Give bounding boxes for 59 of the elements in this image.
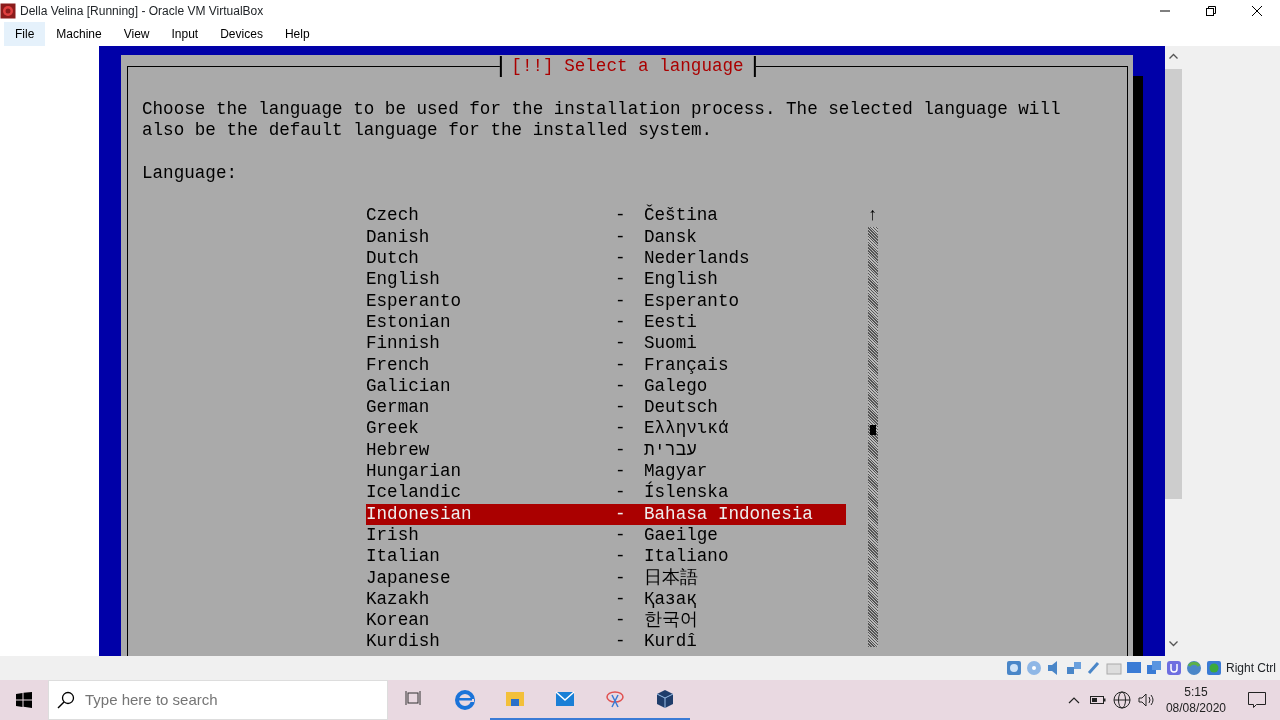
scroll-down-icon[interactable] (1169, 641, 1178, 647)
app-logo-icon (0, 3, 16, 19)
chevron-up-icon (1067, 696, 1080, 704)
language-option[interactable]: Czech - Čeština (366, 205, 846, 227)
language-option[interactable]: English - English (366, 269, 846, 291)
optical-disc-icon (1026, 660, 1042, 676)
dialog-title: [!!] Select a language (499, 56, 756, 77)
search-bar[interactable]: Type here to search (48, 680, 388, 720)
search-icon (57, 691, 75, 709)
scrollbar-track[interactable] (867, 226, 878, 647)
menu-item[interactable]: Machine (45, 22, 113, 46)
windows-logo-icon (16, 692, 32, 708)
language-option[interactable]: Danish - Dansk (366, 226, 846, 249)
network-icon (1066, 660, 1082, 676)
language-option[interactable]: Esperanto - Esperanto (366, 290, 846, 312)
language-option[interactable]: Icelandic - Íslenska (366, 482, 846, 504)
host-key-label: Right Ctrl (1226, 660, 1276, 677)
clock-date[interactable]: 08/08/2020 (1165, 700, 1226, 716)
prompt-text: Choose the language to be used for the installation process. The selected language will (142, 99, 1062, 121)
language-option[interactable]: Japanese - 日本語 (366, 567, 846, 589)
battery-icon (1089, 695, 1106, 705)
language-option[interactable]: Kazakh - Қазақ (366, 588, 846, 611)
language-option[interactable]: Dutch - Nederlands (366, 248, 846, 270)
language-option[interactable]: Kurdish - Kurdî (366, 631, 846, 653)
language-option[interactable]: Finnish - Suomi (366, 333, 846, 355)
window-title: Della Velina [Running] - Oracle VM VirtualBox (19, 3, 265, 20)
mail-icon (555, 689, 575, 709)
prompt-text: also be the default language for the installed system. (142, 120, 714, 142)
close-icon (1252, 6, 1262, 16)
language-option[interactable]: Galician - Galego (366, 375, 846, 398)
language-option[interactable]: Korean - 한국어 (366, 610, 846, 632)
speaker-icon (1137, 692, 1154, 708)
menu-item[interactable]: Help (273, 22, 321, 46)
search-field[interactable]: Type here to search (83, 687, 387, 713)
language-option[interactable]: Italian - Italiano (366, 546, 846, 568)
display-icon (1126, 660, 1142, 676)
shared-folder-icon (1106, 660, 1122, 676)
notification-icon (1248, 692, 1266, 708)
language-option[interactable]: Indonesian - Bahasa Indonesia (366, 503, 846, 525)
menu-item[interactable]: Devices (209, 22, 274, 46)
browser-icon (455, 690, 475, 710)
language-option[interactable]: French - Français (366, 354, 846, 376)
clock-time[interactable]: 5:15 (1165, 684, 1226, 700)
scroll-up-arrow[interactable]: ↑ (867, 205, 878, 227)
globe-icon (1186, 660, 1202, 676)
folder-icon (505, 689, 525, 709)
language-option[interactable]: German - Deutsch (366, 397, 846, 419)
scroll-up-icon[interactable] (1169, 53, 1178, 59)
menu-item[interactable]: View (112, 22, 161, 46)
language-option[interactable]: Greek - Ελληνικά (366, 418, 846, 440)
field-label: Language: (142, 162, 239, 185)
language-option[interactable]: Estonian - Eesti (366, 311, 846, 334)
menu-item[interactable]: File (4, 22, 46, 46)
menu-item[interactable]: Input (160, 22, 210, 46)
screen-icon (1146, 660, 1162, 676)
globe-icon (1112, 691, 1131, 709)
restore-icon (1206, 6, 1216, 16)
cube-icon (655, 689, 675, 709)
language-option[interactable]: Irish - Gaeilge (366, 524, 846, 547)
